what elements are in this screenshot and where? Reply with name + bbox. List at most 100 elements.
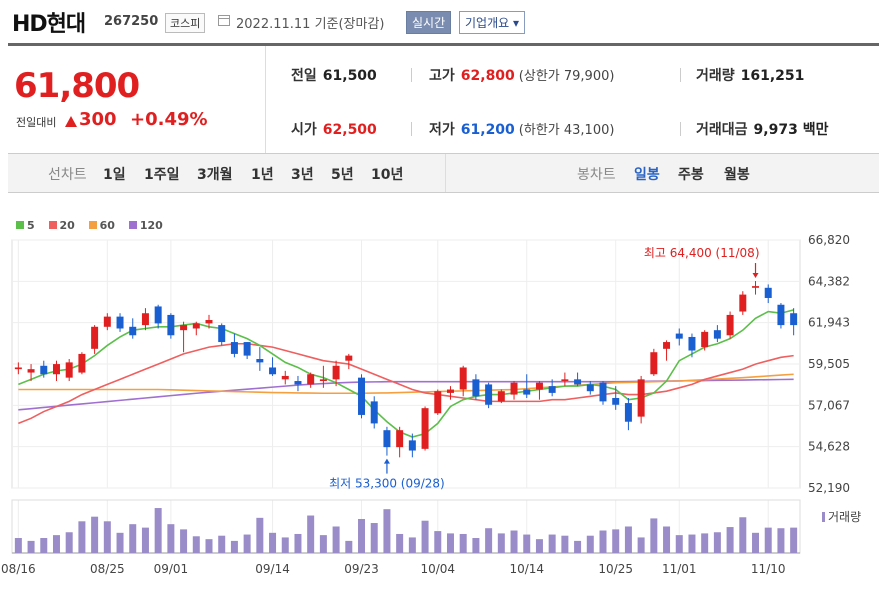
volume-bar [192,536,200,553]
volume-bar [103,521,111,553]
candle-body [256,358,264,363]
candle-body [269,367,277,375]
candle-body [650,352,658,375]
volume-bar [27,540,35,553]
volume-bar [383,509,391,553]
y-tick-label: 64,382 [808,274,850,288]
low-arrow-head [383,458,390,464]
volume-bar [345,540,353,553]
volume-bar [269,532,277,553]
candle-body [561,379,569,382]
candle-body [154,306,162,324]
candle-body [27,369,35,373]
candle-body [294,381,302,385]
volume-bar [497,533,505,553]
y-tick-label: 57,067 [808,398,850,412]
x-tick-label: 10/04 [420,562,455,576]
volume-bar [752,532,760,553]
candle-body [752,286,760,288]
volume-bar [154,508,162,553]
candle-body [180,325,188,331]
candle-body [167,314,175,336]
candle-body [52,364,60,375]
volume-bar [586,535,594,553]
x-tick-label: 11/01 [662,562,697,576]
candle-body [116,316,124,329]
volume-bar [230,540,238,553]
candle-body [675,333,683,339]
candle-body [192,323,200,329]
volume-bar [688,534,696,553]
candle-body [574,379,582,385]
x-tick-label: 11/10 [751,562,786,576]
candle-body [345,355,353,361]
x-tick-label: 09/01 [154,562,189,576]
candle-body [701,331,709,348]
volume-bar [40,538,48,553]
volume-bar [523,534,531,553]
candle-body [408,440,416,451]
candle-body [91,326,99,349]
volume-bar [358,518,366,553]
candle-body [523,389,531,395]
volume-bar [218,535,226,553]
volume-bar [510,530,518,553]
volume-bar [205,539,213,553]
candle-body [40,365,48,375]
volume-bar [129,524,137,553]
volume-bar [739,517,747,553]
y-tick-label: 61,943 [808,316,850,330]
candle-body [688,336,696,351]
candle-body [637,379,645,417]
volume-bar [281,537,289,553]
volume-bar [650,518,658,553]
volume-bar [675,535,683,553]
volume-bar [434,531,442,553]
volume-bar [764,527,772,553]
volume-bar [790,527,798,553]
volume-bar [713,532,721,553]
candle-body [612,397,620,405]
candle-body [358,377,366,415]
price-chart: 66,820 64,382 61,943 59,505 57,067 54,628 52,1… [1,233,861,576]
volume-bar [91,516,99,553]
candle-body [472,379,480,397]
volume-bar [472,538,480,553]
x-tick-label: 10/25 [598,562,633,576]
x-tick-label: 09/14 [255,562,290,576]
low-annotation: 최저 53,300 (09/28) [329,477,445,491]
x-tick-label: 09/23 [344,562,379,576]
volume-bar [332,526,340,553]
y-tick-label: 59,505 [808,357,850,371]
volume-bar [701,533,709,553]
volume-bar [612,529,620,553]
high-arrow-head [752,273,759,279]
candle-body [535,382,543,390]
candle-body [421,408,429,449]
volume-bar [459,533,467,553]
candle-body [14,367,22,370]
ma-20-line [18,342,794,425]
candle-body [218,325,226,343]
candle-body [485,384,493,405]
volume-bar [167,524,175,553]
candle-body [663,342,671,349]
candle-body [764,287,772,298]
volume-legend-swatch [822,512,825,522]
volume-legend-label: 거래량 [828,510,861,524]
candle-body [103,316,111,327]
candle-body [370,401,378,424]
candle-body [548,386,556,393]
volume-bar [637,537,645,553]
volume-bar [141,527,149,553]
volume-bar [408,537,416,553]
y-tick-label: 54,628 [808,440,850,454]
candle-body [777,304,785,326]
volume-bar [116,532,124,553]
volume-bar [421,520,429,553]
candle-body [599,382,607,402]
candle-body [434,391,442,414]
y-tick-label: 66,820 [808,233,850,247]
candle-body [307,374,315,385]
volume-bar [307,515,315,553]
